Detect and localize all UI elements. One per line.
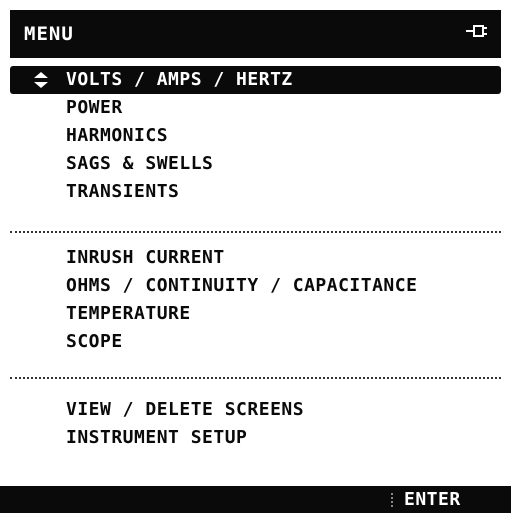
menu-item-label: TEMPERATURE <box>66 303 191 324</box>
menu-item-harmonics[interactable]: HARMONICS <box>10 122 501 150</box>
meter-screen: MENU VOLTS / AMPS / HERTZ POWER HARMONIC… <box>0 0 511 513</box>
menu-item-volts-amps-hertz[interactable]: VOLTS / AMPS / HERTZ <box>10 66 501 94</box>
menu-item-transients[interactable]: TRANSIENTS <box>10 178 501 206</box>
menu-item-label: HARMONICS <box>66 125 169 146</box>
menu-item-label: POWER <box>66 97 123 118</box>
menu-item-label: INSTRUMENT SETUP <box>66 427 248 448</box>
menu-item-temperature[interactable]: TEMPERATURE <box>10 300 501 328</box>
softkey-separator <box>391 493 393 507</box>
menu-item-ohms-continuity-capacitance[interactable]: OHMS / CONTINUITY / CAPACITANCE <box>10 272 501 300</box>
menu-divider <box>10 377 501 379</box>
menu-divider <box>10 231 501 233</box>
menu-item-label: VOLTS / AMPS / HERTZ <box>66 69 293 90</box>
menu-item-label: TRANSIENTS <box>66 181 180 202</box>
menu-header: MENU <box>10 10 501 58</box>
menu-item-label: VIEW / DELETE SCREENS <box>66 399 305 420</box>
menu-item-label: OHMS / CONTINUITY / CAPACITANCE <box>66 275 418 296</box>
menu-item-label: SCOPE <box>66 331 123 352</box>
menu-item-label: SAGS & SWELLS <box>66 153 214 174</box>
menu-item-view-delete-screens[interactable]: VIEW / DELETE SCREENS <box>10 396 501 424</box>
softkey-bar: ENTER <box>0 486 511 513</box>
power-plug-icon <box>466 25 487 37</box>
menu-item-sags-swells[interactable]: SAGS & SWELLS <box>10 150 501 178</box>
menu-item-inrush-current[interactable]: INRUSH CURRENT <box>10 244 501 272</box>
menu-item-scope[interactable]: SCOPE <box>10 328 501 356</box>
enter-button[interactable]: ENTER <box>404 486 511 513</box>
menu-item-instrument-setup[interactable]: INSTRUMENT SETUP <box>10 424 501 452</box>
menu-item-label: INRUSH CURRENT <box>66 247 225 268</box>
menu-item-power[interactable]: POWER <box>10 94 501 122</box>
up-down-arrows-icon <box>34 72 48 88</box>
menu-title: MENU <box>24 23 74 45</box>
